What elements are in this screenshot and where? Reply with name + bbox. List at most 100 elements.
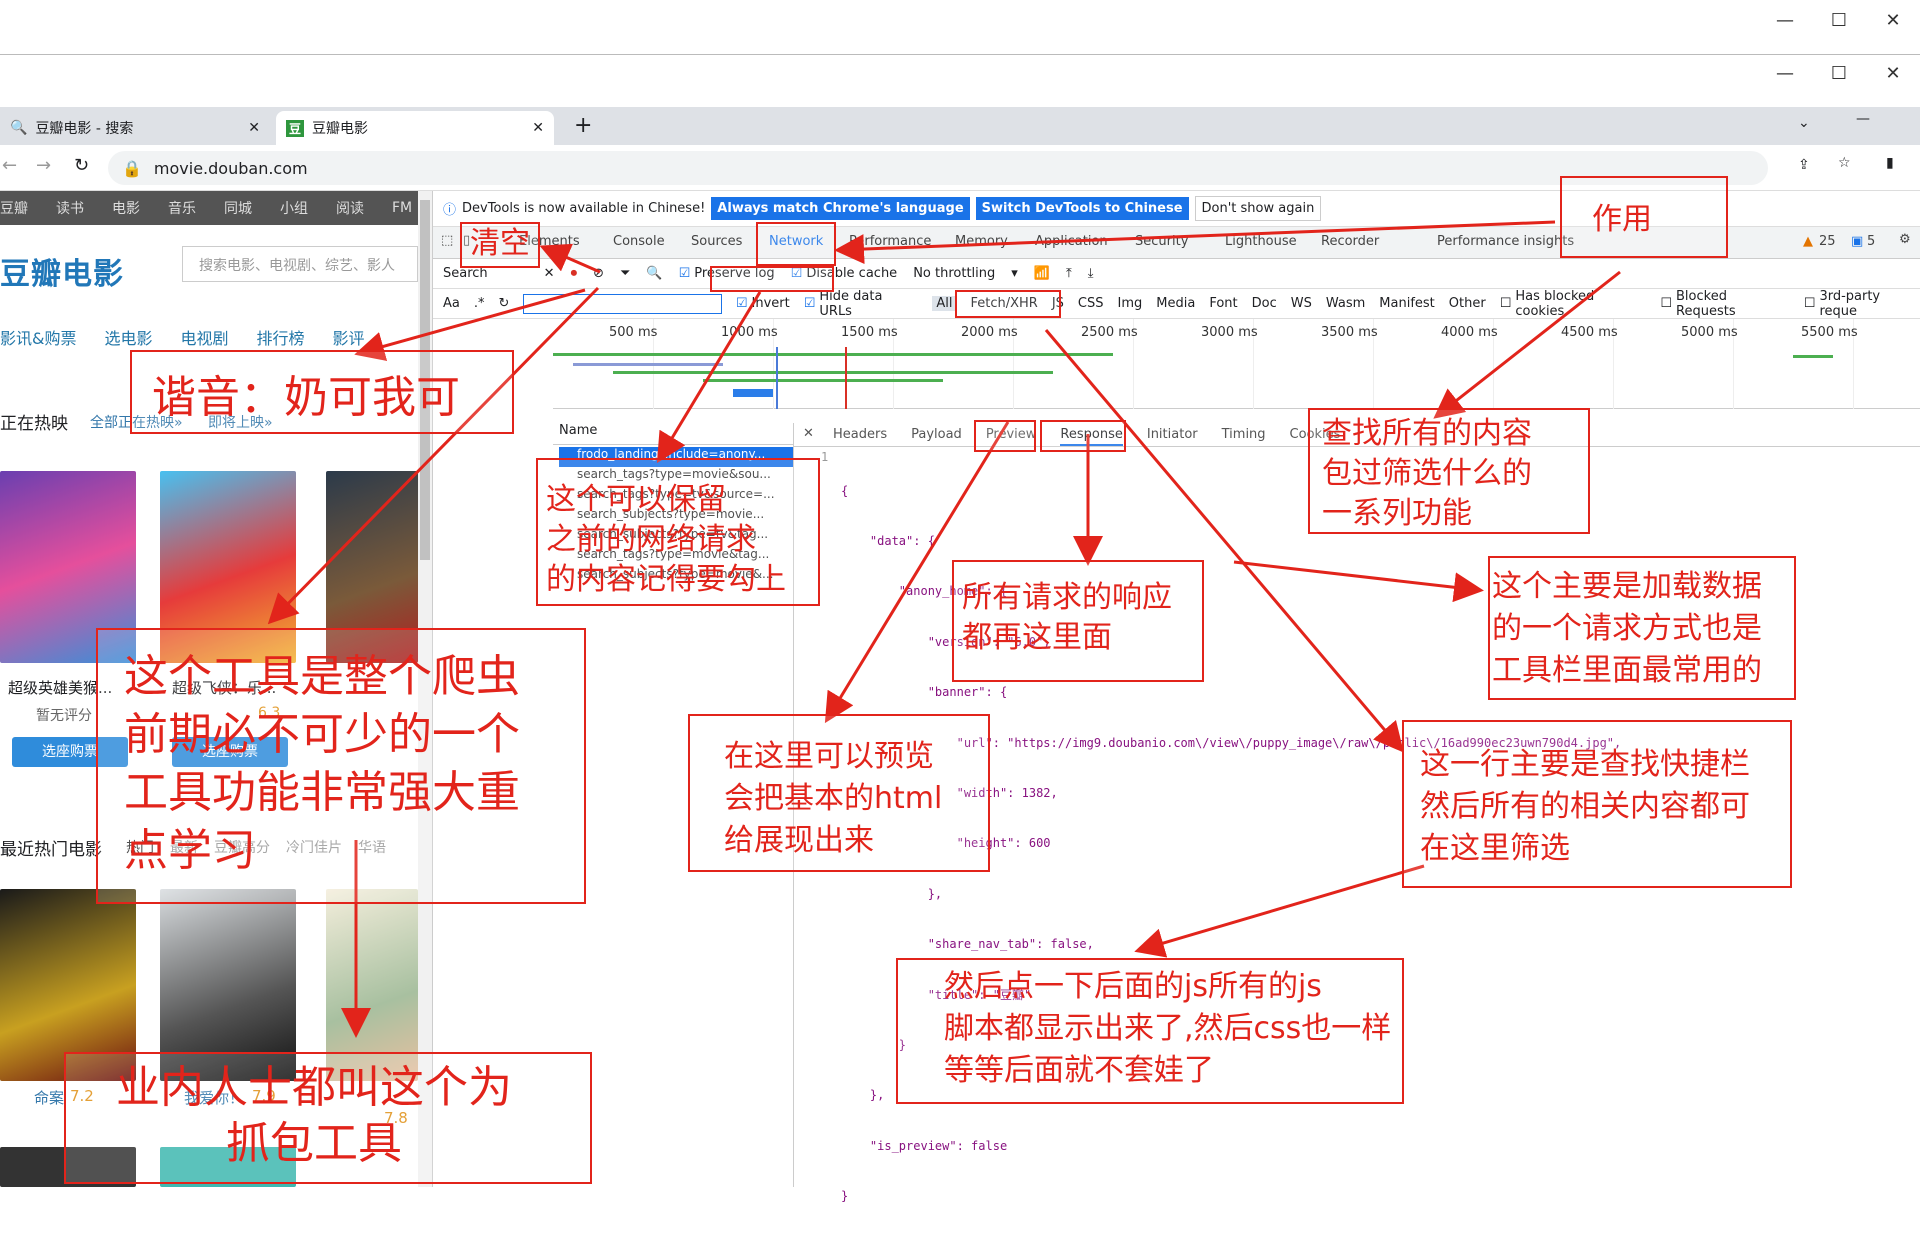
annotation-js: 然后点一下后面的js所有的js 脚本都显示出来了,然后css也一样 等等后面就不… xyxy=(944,969,1392,1088)
nav-item[interactable]: 同城 xyxy=(224,198,252,218)
hide-data-urls-checkbox[interactable]: ☑ xyxy=(804,296,816,311)
subnav-item[interactable]: 影评 xyxy=(333,325,365,349)
warnings-count[interactable]: 25 xyxy=(1819,234,1836,249)
warning-icon[interactable]: ▲ xyxy=(1803,234,1813,249)
tab-recorder[interactable]: Recorder xyxy=(1321,234,1379,249)
third-party-checkbox[interactable]: ☐ xyxy=(1804,296,1816,311)
nav-item[interactable]: 读书 xyxy=(56,198,84,218)
network-conditions-icon[interactable]: 📶 xyxy=(1034,266,1050,281)
tab-security[interactable]: Security xyxy=(1135,234,1188,249)
clear-icon[interactable]: ⊘ xyxy=(593,266,604,281)
filter-font[interactable]: Font xyxy=(1209,296,1237,311)
filter-media[interactable]: Media xyxy=(1156,296,1195,311)
tab-performance-insights[interactable]: Performance insights xyxy=(1437,234,1574,249)
filter-invert[interactable]: Invert xyxy=(752,296,790,311)
nav-item[interactable]: 音乐 xyxy=(168,198,196,218)
tab-timing[interactable]: Timing xyxy=(1222,423,1266,446)
annotation-find: 查找所有的内容 包过筛选什么的 一系列功能 xyxy=(1322,416,1532,531)
match-language-button[interactable]: Always match Chrome's language xyxy=(711,197,970,220)
filter-other[interactable]: Other xyxy=(1449,296,1486,311)
close-tab-icon[interactable]: ✕ xyxy=(532,120,544,136)
nav-item[interactable]: 小组 xyxy=(280,198,308,218)
back-icon[interactable]: ← xyxy=(2,155,17,176)
tab-search[interactable]: 🔍 豆瓣电影 - 搜索 ✕ xyxy=(0,111,270,145)
close-icon[interactable]: ✕ xyxy=(1866,63,1920,84)
tab-lighthouse[interactable]: Lighthouse xyxy=(1225,234,1297,249)
message-icon[interactable]: ▣ xyxy=(1851,234,1863,249)
request-list-header[interactable]: Name xyxy=(553,423,793,445)
filter-blocked-cookies[interactable]: Has blocked cookies xyxy=(1515,289,1646,319)
filter-icon[interactable]: ⏷ xyxy=(620,266,630,281)
filter-input[interactable] xyxy=(523,293,722,314)
filter-all[interactable]: All xyxy=(932,296,957,311)
search-label[interactable]: Search xyxy=(443,266,488,281)
movie-title[interactable]: 命案 xyxy=(34,1087,64,1108)
close-search-icon[interactable]: ✕ xyxy=(544,266,555,281)
import-har-icon[interactable]: ⤒ xyxy=(1066,266,1072,281)
close-detail-icon[interactable]: ✕ xyxy=(803,426,814,441)
preserve-log-checkbox[interactable]: ☑ xyxy=(679,266,691,281)
bookmark-star-icon[interactable]: ☆ xyxy=(1838,155,1851,171)
refresh-icon[interactable]: ↻ xyxy=(499,296,510,311)
tab-search-chevron-icon[interactable]: ⌄ xyxy=(1798,115,1810,131)
filter-doc[interactable]: Doc xyxy=(1252,296,1277,311)
chevron-down-icon[interactable]: ▾ xyxy=(1011,266,1018,281)
blocked-cookies-checkbox[interactable]: ☐ xyxy=(1500,296,1512,311)
new-tab-button[interactable]: + xyxy=(574,113,592,138)
subnav-item[interactable]: 影讯&购票 xyxy=(0,325,76,349)
share-icon[interactable]: ⇪ xyxy=(1798,157,1810,173)
inspect-element-icon[interactable]: ⬚ xyxy=(441,233,453,248)
filter-third-party[interactable]: 3rd-party reque xyxy=(1819,289,1920,319)
record-stop-icon[interactable]: ⏺ xyxy=(571,266,578,281)
domcontentloaded-line xyxy=(776,347,778,409)
tab-headers[interactable]: Headers xyxy=(833,423,887,446)
douban-logo[interactable]: 豆瓣电影 xyxy=(0,249,124,293)
filter-blocked-requests[interactable]: Blocked Requests xyxy=(1676,289,1790,319)
dont-show-button[interactable]: Don't show again xyxy=(1194,196,1322,221)
tab-performance[interactable]: Performance xyxy=(849,234,931,249)
invert-checkbox[interactable]: ☑ xyxy=(736,296,748,311)
subnav-item[interactable]: 选电影 xyxy=(104,325,152,349)
forward-icon[interactable]: → xyxy=(36,155,51,176)
nav-item[interactable]: 电影 xyxy=(112,198,140,218)
douban-search-input[interactable]: 搜索电影、电视剧、综艺、影人 xyxy=(182,246,418,282)
maximize-icon[interactable]: ☐ xyxy=(1812,10,1866,31)
export-har-icon[interactable]: ⤓ xyxy=(1088,266,1094,281)
minimize-icon[interactable]: — xyxy=(1758,10,1812,31)
text-format-icon[interactable]: Aa xyxy=(443,296,460,311)
filter-wasm[interactable]: Wasm xyxy=(1326,296,1365,311)
tab-memory[interactable]: Memory xyxy=(955,234,1008,249)
filter-ws[interactable]: WS xyxy=(1291,296,1312,311)
regex-icon[interactable]: .* xyxy=(474,296,485,311)
tab-douban-movie[interactable]: 豆 豆瓣电影 ✕ xyxy=(276,111,554,145)
close-icon[interactable]: ✕ xyxy=(1866,10,1920,31)
tab-payload[interactable]: Payload xyxy=(911,423,962,446)
nav-item[interactable]: FM xyxy=(392,200,412,216)
tab-application[interactable]: Application xyxy=(1035,234,1108,249)
minimize-icon[interactable]: — xyxy=(1856,111,1870,127)
search-icon[interactable]: 🔍 xyxy=(646,266,662,281)
tab-sources[interactable]: Sources xyxy=(691,234,742,249)
maximize-icon[interactable]: ☐ xyxy=(1812,63,1866,84)
messages-count[interactable]: 5 xyxy=(1867,234,1875,249)
settings-gear-icon[interactable]: ⚙ xyxy=(1899,232,1911,247)
subnav-item[interactable]: 电视剧 xyxy=(181,325,229,349)
subnav-item[interactable]: 排行榜 xyxy=(257,325,305,349)
filter-manifest[interactable]: Manifest xyxy=(1379,296,1434,311)
filter-img[interactable]: Img xyxy=(1118,296,1143,311)
minimize-icon[interactable]: — xyxy=(1758,63,1812,84)
nav-item[interactable]: 阅读 xyxy=(336,198,364,218)
blocked-requests-checkbox[interactable]: ☐ xyxy=(1660,296,1672,311)
throttling-select[interactable]: No throttling xyxy=(913,266,995,281)
nav-item[interactable]: 豆瓣 xyxy=(0,198,28,218)
filter-css[interactable]: CSS xyxy=(1078,296,1104,311)
reload-icon[interactable]: ↻ xyxy=(74,155,89,176)
tab-console[interactable]: Console xyxy=(613,234,665,249)
url-field[interactable]: 🔒 movie.douban.com xyxy=(108,151,1768,185)
side-panel-icon[interactable]: ▮ xyxy=(1886,155,1894,171)
tab-initiator[interactable]: Initiator xyxy=(1147,423,1198,446)
switch-chinese-button[interactable]: Switch DevTools to Chinese xyxy=(975,197,1189,220)
close-tab-icon[interactable]: ✕ xyxy=(248,120,260,136)
filter-hide-data-urls[interactable]: Hide data URLs xyxy=(819,289,918,319)
network-waterfall-overview[interactable]: 500 ms 1000 ms 1500 ms 2000 ms 2500 ms 3… xyxy=(553,319,1920,409)
